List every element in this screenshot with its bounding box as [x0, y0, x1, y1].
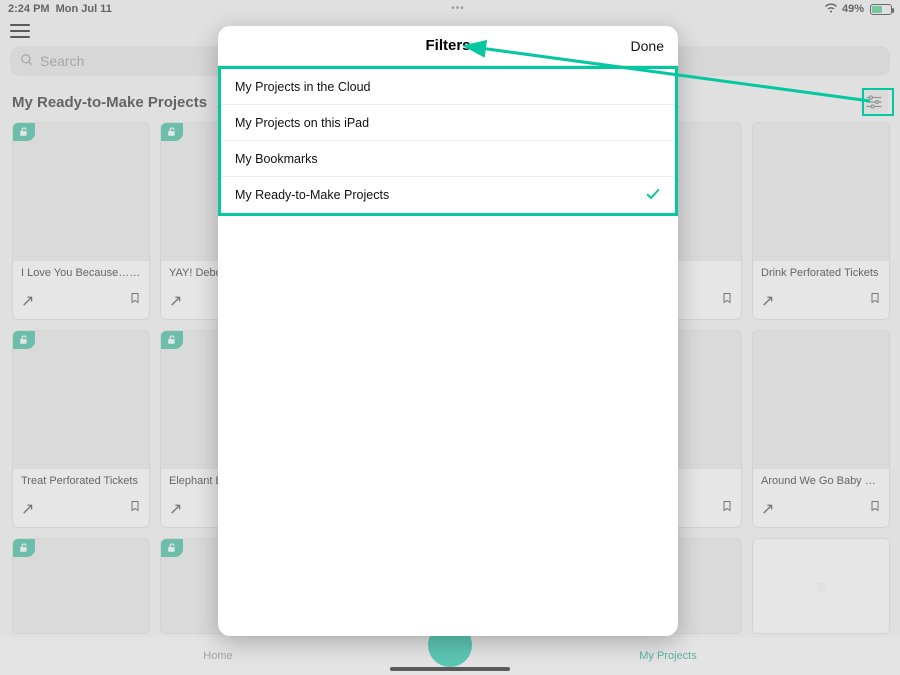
modal-title: Filters [425, 37, 470, 54]
filter-option-label: My Projects in the Cloud [235, 80, 370, 94]
check-icon [645, 186, 661, 205]
filter-option-label: My Projects on this iPad [235, 116, 369, 130]
filter-option-ready-to-make[interactable]: My Ready-to-Make Projects [221, 177, 675, 213]
done-button[interactable]: Done [631, 38, 664, 54]
filter-option-bookmarks[interactable]: My Bookmarks [221, 141, 675, 177]
filter-options-list: My Projects in the Cloud My Projects on … [218, 66, 678, 216]
filter-option-ipad[interactable]: My Projects on this iPad [221, 105, 675, 141]
filter-option-label: My Bookmarks [235, 152, 318, 166]
filter-option-cloud[interactable]: My Projects in the Cloud [221, 69, 675, 105]
filters-modal: Filters Done My Projects in the Cloud My… [218, 26, 678, 636]
filter-option-label: My Ready-to-Make Projects [235, 188, 389, 202]
